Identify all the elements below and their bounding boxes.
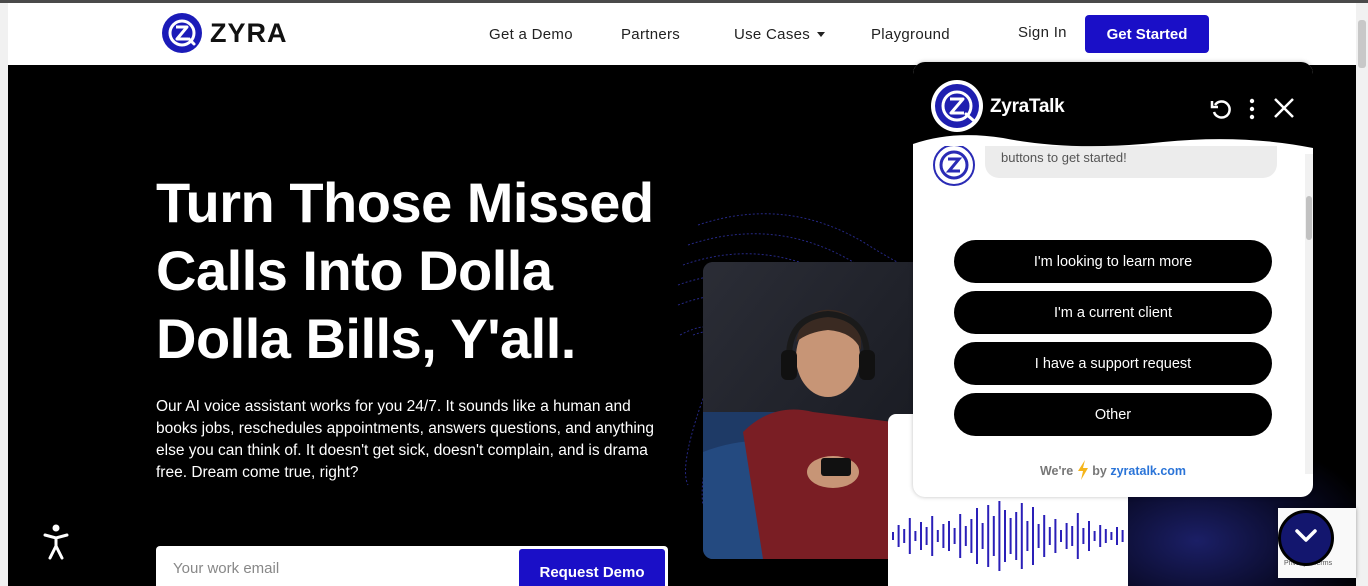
waveform-bar <box>1009 518 1012 554</box>
powered-prefix: We're <box>1039 463 1074 478</box>
nav-use-cases[interactable]: Use Cases <box>734 3 826 65</box>
nav-get-a-demo[interactable]: Get a Demo <box>489 3 573 65</box>
nav-use-cases-label: Use Cases <box>734 25 811 43</box>
waveform-bar <box>931 516 934 556</box>
hero-headline: Turn Those Missed Calls Into Dolla Dolla… <box>156 169 696 373</box>
nav-playground[interactable]: Playground <box>871 3 950 65</box>
waveform-bar <box>1043 515 1046 557</box>
chat-widget: buttons to get started! I'm looking to l… <box>913 62 1313 497</box>
waveform-bar <box>914 531 917 541</box>
email-form: Request Demo <box>156 546 668 586</box>
headline-line: Calls Into Dolla <box>156 239 553 302</box>
accessibility-icon[interactable] <box>38 519 74 563</box>
waveform-bar <box>964 526 967 546</box>
waveform-bar <box>959 514 962 558</box>
site-header: ZYRA Get a Demo Partners Use Cases Playg… <box>8 3 1356 65</box>
waveform-bar <box>936 530 939 542</box>
get-started-button[interactable]: Get Started <box>1085 15 1209 53</box>
headline-line: Dolla Bills, Y'all. <box>156 307 576 370</box>
waveform-bar <box>998 501 1001 571</box>
waveform-bar <box>1082 528 1085 544</box>
waveform-bar <box>981 523 984 549</box>
waveform-bar <box>970 519 973 553</box>
waveform-bar <box>948 521 950 551</box>
page-scrollbar[interactable] <box>1356 3 1368 586</box>
waveform-bar <box>1065 523 1068 549</box>
more-vertical-icon[interactable] <box>1247 97 1257 121</box>
waveform-bar <box>1020 503 1023 569</box>
waveform-bar <box>1071 526 1074 546</box>
option-support-request-button[interactable]: I have a support request <box>954 342 1272 385</box>
powered-by: We're by zyratalk.com <box>913 460 1313 483</box>
option-other-button[interactable]: Other <box>954 393 1272 436</box>
page-scrollbar-thumb[interactable] <box>1358 20 1366 68</box>
logo-mark-icon <box>162 13 202 53</box>
close-icon[interactable] <box>1273 97 1295 119</box>
zyratalk-logo-icon <box>929 78 985 134</box>
hero-description: Our AI voice assistant works for you 24/… <box>156 398 655 481</box>
waveform-bar <box>1054 519 1057 553</box>
waveform-bar <box>1060 530 1062 542</box>
chat-title: ZyraTalk <box>990 96 1065 117</box>
nav-partners[interactable]: Partners <box>621 3 680 65</box>
request-demo-button[interactable]: Request Demo <box>519 549 665 586</box>
lightning-icon <box>1077 460 1089 483</box>
work-email-input[interactable] <box>173 560 503 577</box>
waveform-bar <box>1116 527 1118 545</box>
chat-scrollbar-thumb[interactable] <box>1306 196 1312 240</box>
waveform-bar <box>908 518 911 554</box>
waveform-bar <box>992 516 995 556</box>
waveform-bar <box>1032 507 1034 565</box>
caret-down-icon <box>817 31 826 37</box>
waveform-bar <box>1099 525 1102 547</box>
waveform-bar <box>1004 510 1006 562</box>
waveform-bar <box>925 527 928 545</box>
powered-by-word: by <box>1092 463 1107 478</box>
refresh-icon[interactable] <box>1209 97 1233 121</box>
waveform-bar <box>1015 512 1018 560</box>
waveform-bar <box>1076 513 1079 559</box>
brand-name: ZYRA <box>210 17 288 48</box>
waveform-bar <box>892 532 894 540</box>
chat-header: ZyraTalk <box>913 62 1313 162</box>
zyratalk-link[interactable]: zyratalk.com <box>1110 464 1186 478</box>
waveform-bar <box>1110 532 1113 540</box>
waveform-bar <box>1088 521 1090 551</box>
waveform-bar <box>976 508 978 564</box>
waveform-bar <box>1026 521 1029 551</box>
chat-messages[interactable]: buttons to get started! I'm looking to l… <box>913 146 1305 476</box>
waveform-bar <box>1093 531 1096 541</box>
left-gutter <box>0 3 8 586</box>
headline-line: Turn Those Missed <box>156 171 654 234</box>
brand-logo[interactable]: ZYRA <box>162 13 288 53</box>
waveform-bar <box>953 528 956 544</box>
waveform-bar <box>920 522 922 550</box>
chevron-down-icon <box>1294 528 1318 549</box>
option-current-client-button[interactable]: I'm a current client <box>954 291 1272 334</box>
waveform-bar <box>897 525 900 547</box>
waveform-bar <box>1121 530 1124 542</box>
waveform-bar <box>1037 524 1040 548</box>
waveform-bar <box>942 524 945 548</box>
waveform-bar <box>903 529 906 543</box>
chat-toggle-button[interactable] <box>1278 510 1334 566</box>
waveform-bar <box>1104 529 1107 543</box>
sign-in-link[interactable]: Sign In <box>1018 1 1067 63</box>
waveform-bar <box>987 505 990 567</box>
option-learn-more-button[interactable]: I'm looking to learn more <box>954 240 1272 283</box>
waveform-bar <box>1048 527 1051 545</box>
